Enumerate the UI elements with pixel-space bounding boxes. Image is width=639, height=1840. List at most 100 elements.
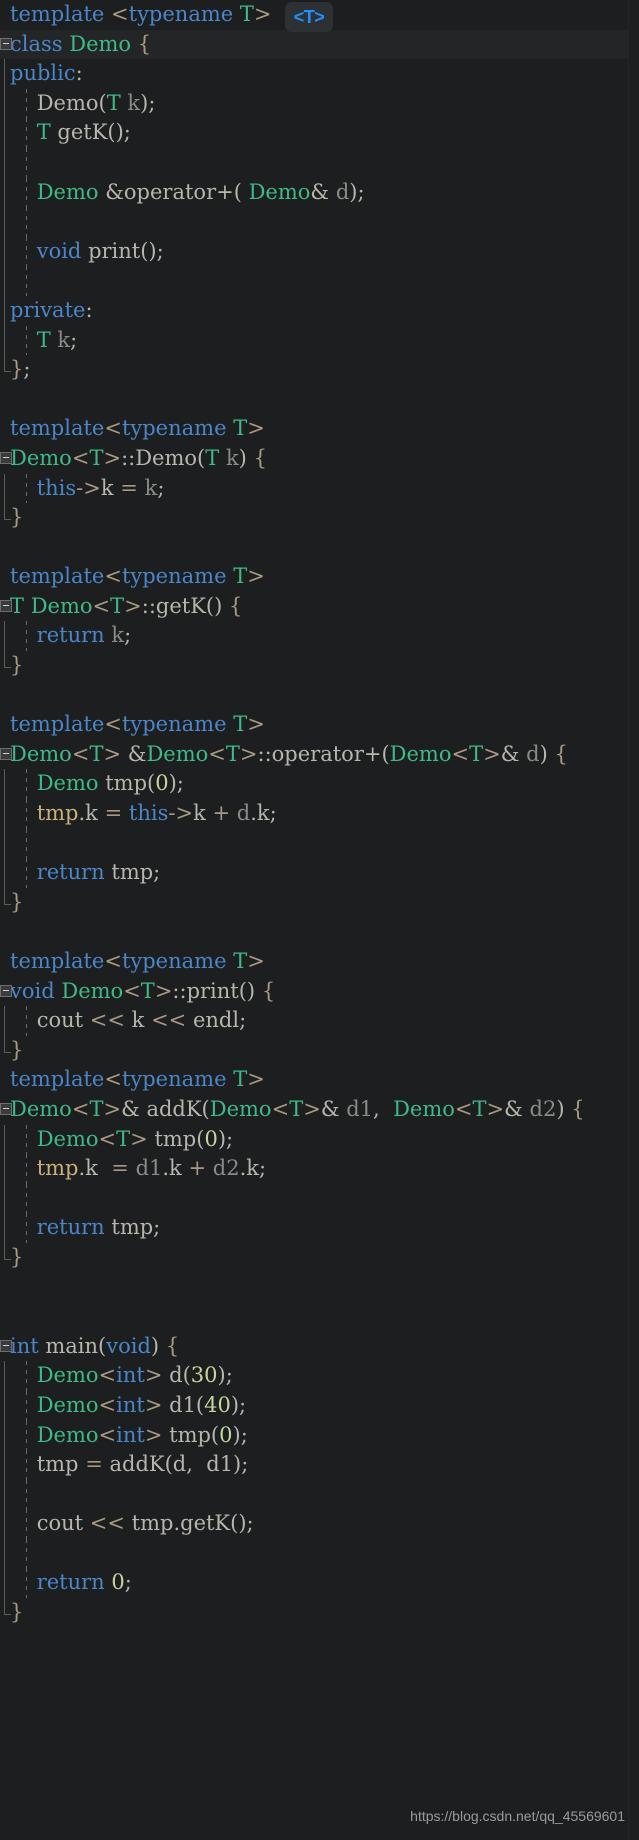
code-line-text: template<typename T>	[10, 1067, 265, 1092]
fold-region-bar	[4, 59, 5, 89]
code-line[interactable]	[0, 147, 639, 178]
code-line-text: this->k = k;	[36, 475, 165, 500]
code-line[interactable]: tmp.k = this->k + d.k;	[0, 799, 639, 829]
code-line[interactable]	[0, 1183, 639, 1214]
code-line-text: };	[10, 357, 31, 382]
fold-region-bar	[4, 266, 5, 296]
code-line[interactable]: private:	[0, 295, 639, 326]
code-line[interactable]: }	[0, 651, 639, 681]
editor-right-margin	[628, 0, 639, 1840]
code-line-text: void Demo<T>::print() {	[10, 978, 276, 1003]
code-line[interactable]: Demo<T>::Demo(T k) {	[0, 444, 639, 474]
code-line[interactable]	[0, 385, 639, 415]
code-line[interactable]: tmp.k = d1.k + d2.k;	[0, 1154, 639, 1184]
code-line[interactable]	[0, 1273, 639, 1303]
code-line[interactable]: this->k = k;	[0, 473, 639, 504]
fold-region-bar	[4, 1154, 5, 1184]
code-line[interactable]: return k;	[0, 621, 639, 652]
fold-region-bar	[4, 1390, 5, 1421]
fold-toggle-icon[interactable]	[0, 984, 12, 997]
code-line[interactable]: template<typename T>	[0, 414, 639, 444]
code-line[interactable]: Demo tmp(0);	[0, 769, 639, 800]
code-line[interactable]: public:	[0, 59, 639, 89]
code-line[interactable]: int main(void) {	[0, 1332, 639, 1362]
fold-toggle-icon[interactable]	[0, 747, 12, 760]
fold-region-bar	[4, 1006, 5, 1036]
code-line-text: T getK();	[36, 120, 131, 145]
code-content[interactable]: template <typename T> class Demo {public:…	[0, 0, 639, 1628]
code-line[interactable]: template<typename T>	[0, 710, 639, 740]
code-line[interactable]: class Demo {	[0, 29, 639, 60]
fold-toggle-icon[interactable]	[0, 451, 12, 464]
code-line[interactable]	[0, 1538, 639, 1569]
code-line[interactable]	[0, 266, 639, 296]
fold-toggle-icon[interactable]	[0, 599, 12, 612]
code-line[interactable]: }	[0, 503, 639, 533]
indent-guide	[26, 266, 27, 296]
code-line[interactable]: T Demo<T>::getK() {	[0, 592, 639, 622]
code-line-text: }	[10, 889, 24, 914]
code-line[interactable]: }	[0, 887, 639, 918]
fold-region-bar	[4, 1420, 5, 1451]
fold-region-bar	[4, 858, 5, 888]
fold-region-bar	[4, 118, 5, 148]
code-editor[interactable]: template <typename T> class Demo {public:…	[0, 0, 639, 1840]
fold-region-bar	[4, 651, 11, 669]
code-line[interactable]: return tmp;	[0, 858, 639, 888]
code-line[interactable]: Demo<T>& addK(Demo<T>& d1, Demo<T>& d2) …	[0, 1095, 639, 1125]
code-line[interactable]: template<typename T>	[0, 1065, 639, 1095]
code-line[interactable]: return tmp;	[0, 1213, 639, 1243]
fold-region-bar	[4, 147, 5, 178]
code-line[interactable]: Demo &operator+( Demo& d);	[0, 177, 639, 208]
code-line[interactable]: }	[0, 1035, 639, 1066]
code-line[interactable]: Demo<T> tmp(0);	[0, 1124, 639, 1155]
fold-region-bar	[4, 621, 5, 652]
code-line[interactable]	[0, 828, 639, 859]
code-line[interactable]: tmp = addK(d, d1);	[0, 1450, 639, 1480]
code-line[interactable]: Demo(T k);	[0, 88, 639, 119]
fold-toggle-icon[interactable]	[0, 1339, 12, 1352]
code-line[interactable]: void Demo<T>::print() {	[0, 977, 639, 1007]
code-line-text: cout << k << endl;	[36, 1008, 247, 1033]
code-line[interactable]: template<typename T>	[0, 562, 639, 592]
code-line[interactable]	[0, 1479, 639, 1510]
code-line[interactable]: }	[0, 1242, 639, 1273]
code-line-text: class Demo {	[10, 31, 152, 56]
code-line[interactable]: return 0;	[0, 1568, 639, 1599]
code-line-text: return k;	[36, 623, 132, 648]
code-line[interactable]	[0, 1302, 639, 1332]
code-line[interactable]	[0, 533, 639, 563]
code-line[interactable]: Demo<int> tmp(0);	[0, 1420, 639, 1451]
code-line[interactable]: T getK();	[0, 118, 639, 148]
code-line[interactable]: template<typename T>	[0, 947, 639, 977]
code-line[interactable]: Demo<T> &Demo<T>::operator+(Demo<T>& d) …	[0, 740, 639, 770]
fold-region-bar	[4, 1124, 5, 1155]
code-line[interactable]: void print();	[0, 236, 639, 267]
code-line[interactable]: cout << tmp.getK();	[0, 1509, 639, 1539]
watermark-url: https://blog.csdn.net/qq_45569601	[410, 1808, 625, 1824]
fold-toggle-icon[interactable]	[0, 1102, 12, 1115]
code-line-text: Demo<int> tmp(0);	[36, 1422, 248, 1447]
indent-guide	[26, 147, 27, 178]
code-line[interactable]	[0, 681, 639, 711]
code-line[interactable]	[0, 207, 639, 237]
code-line[interactable]: Demo<int> d(30);	[0, 1361, 639, 1391]
code-line[interactable]: };	[0, 355, 639, 385]
code-line[interactable]	[0, 917, 639, 947]
code-line[interactable]: T k;	[0, 325, 639, 356]
code-line-text: return tmp;	[36, 860, 161, 885]
code-line-text: return tmp;	[36, 1215, 161, 1240]
code-line[interactable]: }	[0, 1598, 639, 1628]
indent-guide	[26, 828, 27, 859]
fold-region-bar	[4, 1361, 5, 1391]
code-line[interactable]: cout << k << endl;	[0, 1006, 639, 1036]
fold-region-bar	[4, 473, 5, 504]
code-line-text: Demo<int> d1(40);	[36, 1392, 247, 1417]
fold-toggle-icon[interactable]	[0, 37, 12, 50]
fold-region-bar	[4, 236, 5, 267]
fold-region-bar	[4, 1183, 5, 1214]
code-line[interactable]: Demo<int> d1(40);	[0, 1390, 639, 1421]
